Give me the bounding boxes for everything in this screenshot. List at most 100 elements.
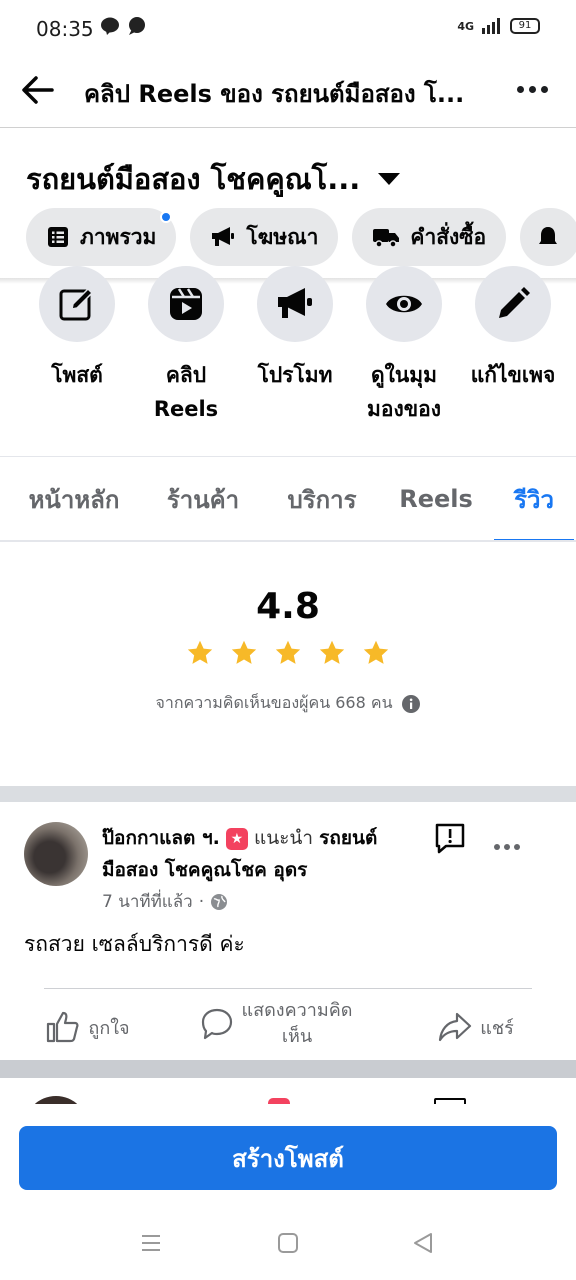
bell-icon xyxy=(539,227,558,244)
reels-icon xyxy=(170,288,202,320)
more-dot-icon xyxy=(514,844,520,850)
tab-shop[interactable]: ร้านค้า xyxy=(148,458,258,540)
tab-services[interactable]: บริการ xyxy=(258,458,386,540)
comment-label-line1: แสดงความคิด xyxy=(241,1000,353,1021)
divider xyxy=(0,540,576,542)
action-post-circle xyxy=(39,266,115,342)
action-promote-circle xyxy=(257,266,333,342)
app-header: คลิป Reels ของ รถยนต์มือสอง โ... xyxy=(0,56,576,128)
divider xyxy=(0,456,576,457)
action-edit-page-circle xyxy=(475,266,551,342)
eye-icon xyxy=(386,295,422,313)
profile-tabs: หน้าหลัก ร้านค้า บริการ Reels รีวิว xyxy=(0,458,576,542)
comment-button[interactable]: แสดงความคิด เห็น xyxy=(176,998,376,1050)
truck-icon xyxy=(373,229,400,248)
review-more-button[interactable] xyxy=(494,844,520,850)
action-reels[interactable]: คลิป Reels xyxy=(134,266,238,426)
globe-icon xyxy=(211,893,228,910)
pill-label: ภาพรวม xyxy=(80,224,157,249)
pill-orders[interactable]: คำสั่งซื้อ xyxy=(352,208,507,266)
edit-square-icon xyxy=(59,287,94,321)
star-icon xyxy=(231,640,257,664)
caret-down-icon xyxy=(378,173,401,185)
like-button[interactable]: ถูกใจ xyxy=(0,1004,176,1050)
info-icon[interactable] xyxy=(401,694,421,714)
rating-summary: 4.8 จากความคิดเห็นของผู้คน 668 คน xyxy=(0,586,576,716)
reviewer-name[interactable]: ป๊อกกาแลต ฯ. xyxy=(102,827,220,849)
report-button[interactable] xyxy=(434,822,466,858)
share-button[interactable]: แชร์ xyxy=(376,1004,576,1050)
tab-home[interactable]: หน้าหลัก xyxy=(0,458,148,540)
menu-icon[interactable] xyxy=(140,1232,162,1254)
network-type: 4G xyxy=(457,19,474,33)
like-label: ถูกใจ xyxy=(88,1017,130,1039)
review-card: ป๊อกกาแลต ฯ. ★ แนะนำ รถยนต์ มือสอง โชคคู… xyxy=(0,802,576,1060)
report-icon xyxy=(435,823,465,854)
megaphone-icon xyxy=(278,288,312,318)
action-label: แก้ไขเพจ xyxy=(470,363,556,387)
avatar[interactable] xyxy=(24,822,88,886)
next-review-peek xyxy=(0,1078,576,1108)
action-edit-page[interactable]: แก้ไขเพจ xyxy=(461,266,565,426)
more-dot-icon xyxy=(494,844,500,850)
more-dot-icon xyxy=(504,844,510,850)
more-dot-icon xyxy=(540,85,548,93)
review-time: 7 นาทีที่แล้ว xyxy=(102,892,193,912)
tab-reviews[interactable]: รีวิว xyxy=(494,458,574,542)
line-app-icon xyxy=(101,17,119,35)
share-arrow-icon xyxy=(439,1012,472,1042)
review-text: รถสวย เซลล์บริการดี ค่ะ xyxy=(24,932,245,956)
status-bar: 08:35 4G 91 xyxy=(0,0,576,56)
messenger-icon xyxy=(129,17,145,35)
page-actions: โพสต์ คลิป Reels โปรโมท ดูในมุมมองของ แก… xyxy=(25,266,565,426)
create-post-button[interactable]: สร้างโพสต์ xyxy=(19,1126,557,1190)
back-button[interactable] xyxy=(18,70,58,110)
megaphone-icon xyxy=(212,227,235,246)
rating-stars xyxy=(0,639,576,667)
battery-icon: 91 xyxy=(510,18,540,34)
comment-icon xyxy=(201,1008,232,1040)
pill-notifications[interactable] xyxy=(520,208,576,266)
system-icons: 4G 91 xyxy=(457,18,540,34)
more-options-button[interactable] xyxy=(512,74,552,104)
back-triangle-icon[interactable] xyxy=(412,1232,434,1254)
comment-label: แสดงความคิด เห็น xyxy=(242,998,353,1050)
action-post[interactable]: โพสต์ xyxy=(25,266,129,426)
pencil-icon xyxy=(499,287,530,318)
comment-label-line2: เห็น xyxy=(281,1026,313,1047)
signal-icon xyxy=(482,18,500,34)
notification-icons xyxy=(100,16,146,36)
pill-overview[interactable]: ภาพรวม xyxy=(26,208,177,266)
pill-label: คำสั่งซื้อ xyxy=(410,224,487,249)
tab-reels[interactable]: Reels xyxy=(386,458,486,540)
home-square-icon[interactable] xyxy=(277,1232,299,1254)
star-icon xyxy=(275,640,301,664)
section-separator xyxy=(0,1060,576,1078)
review-count: จากความคิดเห็นของผู้คน 668 คน xyxy=(155,693,393,712)
reviewed-page-name-cont[interactable]: มือสอง โชคคูณโชค อุดร xyxy=(102,859,307,881)
header-title: คลิป Reels ของ รถยนต์มือสอง โ... xyxy=(84,80,465,108)
star-icon xyxy=(187,640,213,664)
action-reels-circle xyxy=(148,266,224,342)
peek-mask xyxy=(0,1104,576,1108)
list-icon xyxy=(48,227,68,247)
star-icon xyxy=(319,640,345,664)
recommend-badge-icon: ★ xyxy=(225,827,248,850)
reviewed-page-name[interactable]: รถยนต์ xyxy=(319,827,377,849)
review-header: ป๊อกกาแลต ฯ. ★ แนะนำ รถยนต์ มือสอง โชคคู… xyxy=(102,822,402,886)
notification-dot xyxy=(160,211,173,223)
action-label: ดูในมุมมองของ xyxy=(367,363,441,421)
action-promote[interactable]: โปรโมท xyxy=(243,266,347,426)
arrow-left-icon xyxy=(22,76,54,104)
share-label: แชร์ xyxy=(480,1017,514,1039)
pill-row: ภาพรวม โฆษณา คำสั่งซื้อ xyxy=(26,208,576,266)
star-icon xyxy=(363,640,389,664)
review-actions: ถูกใจ แสดงความคิด เห็น แชร์ xyxy=(0,998,576,1050)
system-nav-bar xyxy=(0,1220,576,1270)
more-dot-icon xyxy=(528,85,536,93)
page-switcher[interactable]: รถยนต์มือสอง โชคคูณโ... xyxy=(26,156,401,202)
pill-ads[interactable]: โฆษณา xyxy=(190,208,339,266)
meta-separator: · xyxy=(198,891,205,912)
action-view-as[interactable]: ดูในมุมมองของ xyxy=(352,266,456,426)
section-separator xyxy=(0,786,576,802)
